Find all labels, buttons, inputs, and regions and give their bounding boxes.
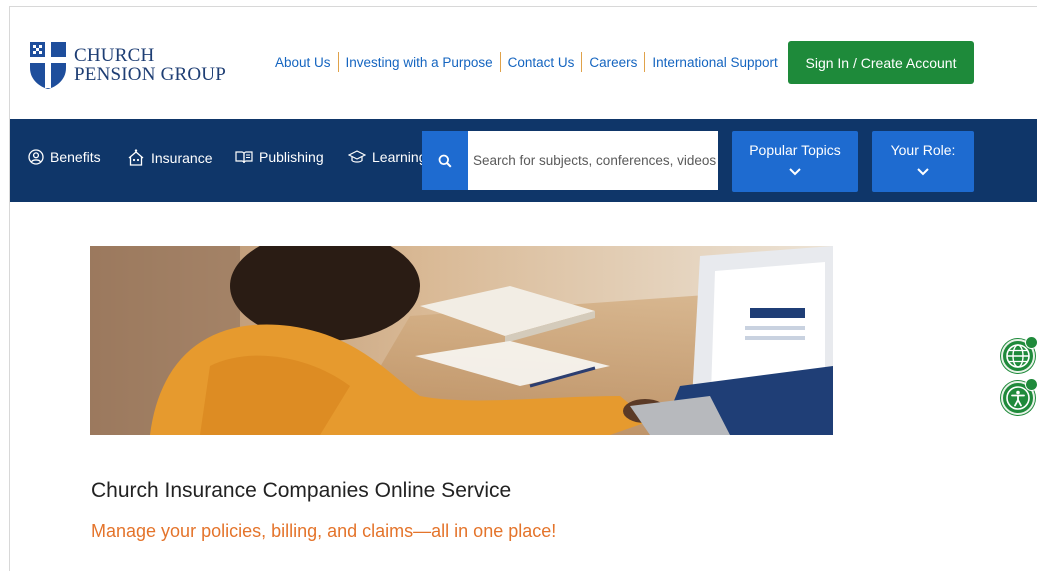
nav-item-label: Insurance (151, 150, 213, 166)
accessibility-widget-button[interactable] (1001, 378, 1037, 415)
hero-image (90, 246, 833, 435)
link-contact-us[interactable]: Contact Us (501, 55, 582, 70)
search-button[interactable] (422, 131, 468, 190)
search-bar (422, 131, 718, 190)
chevron-down-icon (917, 168, 929, 176)
person-circle-icon (28, 149, 44, 165)
church-pension-group-logo[interactable]: CHURCH PENSION GROUP (28, 40, 226, 90)
logo-line-2: PENSION GROUP (74, 64, 226, 85)
open-book-icon (235, 151, 253, 164)
link-international-support[interactable]: International Support (645, 55, 784, 70)
search-icon (438, 154, 452, 168)
nav-item-learning[interactable]: Learning (348, 149, 427, 165)
check-badge-icon (1025, 336, 1037, 349)
utility-nav: About Us Investing with a Purpose Contac… (268, 52, 785, 72)
chevron-down-icon (789, 168, 801, 176)
sign-in-button[interactable]: Sign In / Create Account (788, 41, 974, 84)
page-title: Church Insurance Companies Online Servic… (91, 479, 512, 502)
popular-topics-dropdown[interactable]: Popular Topics (732, 131, 858, 192)
graduation-cap-icon (348, 150, 366, 163)
shield-logo-icon (30, 42, 66, 89)
popular-topics-label: Popular Topics (749, 142, 841, 158)
nav-item-label: Learning (372, 149, 427, 165)
page-frame: CHURCH PENSION GROUP About Us Investing … (9, 6, 1037, 571)
nav-item-label: Publishing (259, 149, 324, 165)
logo-line-1: CHURCH (74, 45, 155, 66)
search-input[interactable] (468, 131, 718, 190)
link-investing-with-a-purpose[interactable]: Investing with a Purpose (339, 55, 500, 70)
main-navbar: Benefits Insurance Publishing Learning S… (10, 119, 1037, 202)
page-subtitle: Manage your policies, billing, and claim… (91, 521, 557, 541)
house-people-icon (128, 149, 144, 166)
logo-wordmark: CHURCH PENSION GROUP (74, 46, 226, 84)
check-badge-icon (1025, 378, 1037, 391)
nav-item-insurance[interactable]: Insurance (127, 149, 212, 167)
link-careers[interactable]: Careers (582, 55, 644, 70)
nav-item-label: Benefits (50, 149, 101, 165)
link-about-us[interactable]: About Us (268, 55, 338, 70)
your-role-label: Your Role: (890, 142, 956, 158)
nav-item-publishing[interactable]: Publishing (235, 149, 324, 165)
person-studying-with-laptop-image (90, 246, 833, 435)
nav-item-benefits[interactable]: Benefits (28, 149, 101, 165)
your-role-dropdown[interactable]: Your Role: (872, 131, 974, 192)
language-widget-button[interactable] (1001, 336, 1037, 373)
